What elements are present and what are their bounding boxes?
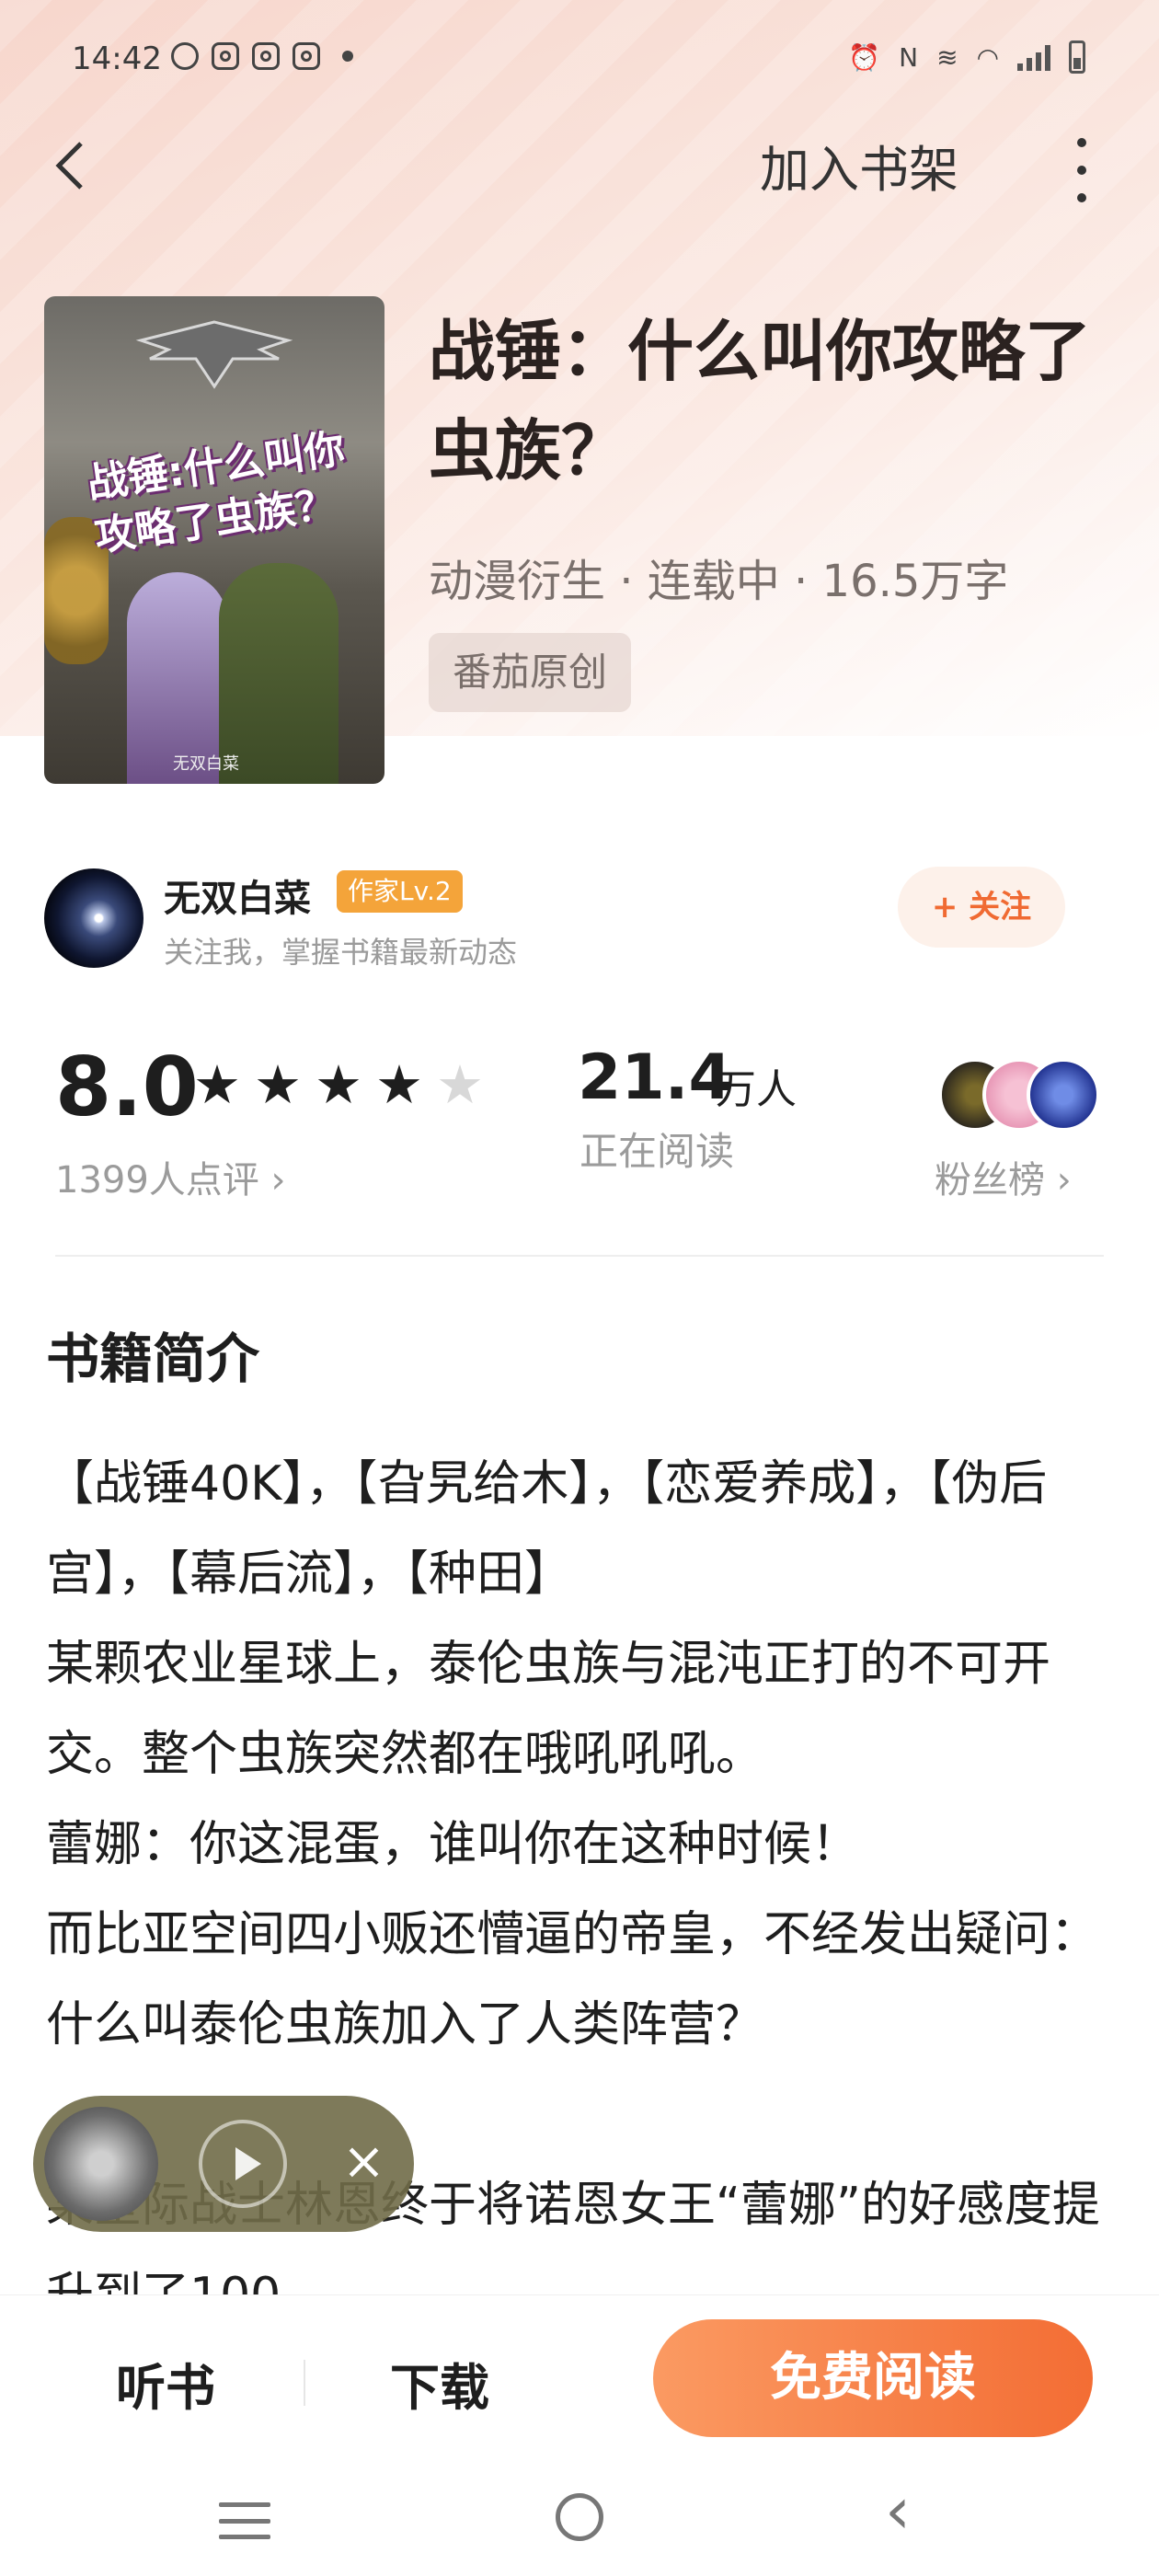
mini-player-thumbnail[interactable]	[44, 2107, 158, 2221]
cover-title: 战锤:什么叫你攻略了虫族？	[84, 425, 348, 561]
volte-icon: ≋	[936, 41, 958, 73]
reading-count: 21.4	[578, 1041, 732, 1114]
more-vertical-icon	[1077, 138, 1086, 147]
avatar	[1027, 1058, 1100, 1132]
eagle-emblem-icon	[135, 320, 293, 389]
rating-score: 8.0	[55, 1040, 199, 1134]
cover-author: 无双白菜	[173, 754, 239, 774]
home-icon[interactable]	[556, 2493, 603, 2541]
star-filled-icon: ★	[254, 1053, 302, 1116]
book-title: 战锤：什么叫你攻略了虫族？	[429, 313, 1092, 489]
follow-button[interactable]: + 关注	[898, 867, 1065, 948]
fans-ranking-link[interactable]: 粉丝榜 ›	[935, 1150, 1072, 1203]
back-icon[interactable]: ‹	[885, 2478, 911, 2543]
star-filled-icon: ★	[375, 1053, 423, 1116]
author-subtitle: 关注我，掌握书籍最新动态	[164, 935, 518, 970]
star-filled-icon: ★	[193, 1053, 241, 1116]
nfc-icon: N	[899, 41, 919, 73]
alarm-icon: ⏰	[848, 41, 881, 73]
status-app-icons	[171, 42, 353, 70]
instagram-icon	[293, 42, 320, 70]
bottom-action-bar: 听书 下载 免费阅读	[0, 2294, 1159, 2451]
reviews-link[interactable]: 1399人点评 ›	[55, 1150, 286, 1203]
book-tag[interactable]: 番茄原创	[429, 633, 632, 712]
status-bar: 14:42 ⏰ N ≋ ◠	[0, 0, 1159, 110]
rating-stars: ★ ★ ★ ★ ★	[193, 1058, 484, 1111]
chevron-left-icon	[55, 142, 83, 190]
download-button[interactable]: 下载	[390, 2347, 489, 2420]
more-button[interactable]	[1073, 138, 1091, 202]
divider	[304, 2360, 305, 2406]
book-meta: 动漫衍生 · 连载中 · 16.5万字	[429, 556, 1009, 607]
signal-icon	[1017, 43, 1050, 71]
notification-dot-icon	[342, 51, 353, 62]
intro-heading: 书籍简介	[46, 1328, 260, 1390]
intro-line: 蕾娜：你这混蛋，谁叫你在这种时候！	[46, 1817, 860, 1872]
recent-apps-icon[interactable]	[219, 2502, 270, 2539]
reading-unit: 万人	[716, 1066, 797, 1113]
instagram-icon	[252, 42, 280, 70]
fan-avatars[interactable]	[938, 1058, 1104, 1135]
play-icon[interactable]	[199, 2120, 287, 2208]
close-icon[interactable]: ×	[342, 2133, 385, 2191]
author-avatar[interactable]	[44, 868, 143, 968]
reading-label: 正在阅读	[580, 1129, 735, 1174]
author-level-badge: 作家Lv.2	[337, 870, 463, 913]
instagram-icon	[212, 42, 239, 70]
author-name[interactable]: 无双白菜	[164, 868, 311, 922]
listen-button[interactable]: 听书	[116, 2347, 215, 2420]
wifi-icon: ◠	[976, 41, 999, 73]
back-button[interactable]	[52, 138, 98, 199]
add-to-shelf-button[interactable]: 加入书架	[760, 129, 958, 201]
status-time: 14:42	[72, 40, 162, 77]
battery-icon	[1069, 40, 1085, 74]
intro-line: 而比亚空间四小贩还懵逼的帝皇，不经发出疑问：什么叫泰伦虫族加入了人类阵营？	[46, 1907, 1099, 2053]
book-cover[interactable]: 战锤:什么叫你攻略了虫族？ 无双白菜	[44, 296, 384, 784]
star-filled-icon: ★	[315, 1053, 362, 1116]
intro-line: 某颗农业星球上，泰伦虫族与混沌正打的不可开交。整个虫族突然都在哦吼吼吼。	[46, 1637, 1051, 1782]
mini-player[interactable]: ×	[33, 2096, 414, 2232]
star-empty-icon: ★	[436, 1053, 484, 1116]
status-right-icons: ⏰ N ≋ ◠	[848, 40, 1085, 74]
free-read-button[interactable]: 免费阅读	[653, 2319, 1093, 2437]
messenger-icon	[171, 42, 199, 70]
intro-line: 【战锤40K】，【旮旯给木】，【恋爱养成】，【伪后宫】，【幕后流】，【种田】	[46, 1456, 1048, 1602]
divider	[55, 1255, 1104, 1257]
system-navigation-bar: ‹	[0, 2451, 1159, 2576]
